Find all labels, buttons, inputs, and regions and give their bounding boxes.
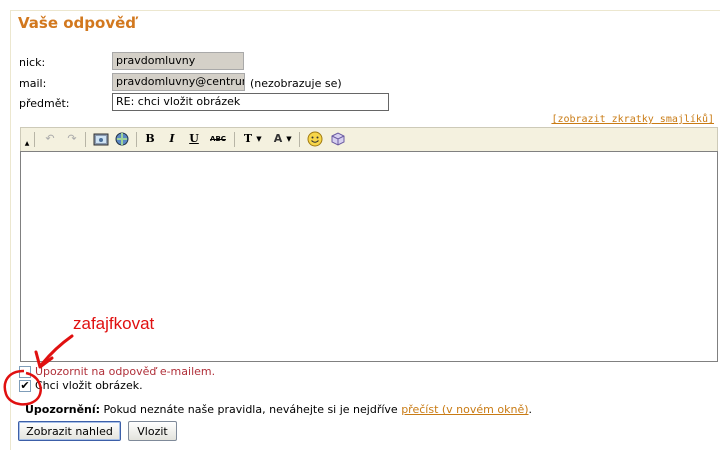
mail-label: mail:	[19, 77, 47, 90]
mail-field[interactable]: pravdomluvny@centrum	[112, 73, 245, 91]
toolbar-separator	[85, 132, 86, 147]
editor-toolbar: ▲ ↶ ↷ B I U ABC T ▼ A ▼	[20, 127, 718, 151]
preview-button[interactable]: Zobrazit nahled	[18, 421, 121, 441]
chevron-down-icon[interactable]: ▼	[285, 131, 293, 147]
rules-warning: Upozornění: Pokud neznáte naše pravidla,…	[25, 403, 532, 416]
annotation-overlay	[3, 334, 74, 406]
show-smileys-link[interactable]: [zobrazit zkratky smajlíků]	[551, 114, 714, 125]
font-size-button[interactable]: T	[241, 131, 255, 147]
redo-icon[interactable]: ↷	[65, 131, 79, 147]
toolbar-separator	[299, 132, 300, 147]
insert-image-icon[interactable]	[93, 131, 109, 147]
strikethrough-button[interactable]: ABC	[207, 131, 229, 147]
bold-button[interactable]: B	[143, 131, 157, 147]
annotation-arrow	[40, 334, 74, 366]
mail-hidden-note: (nezobrazuje se)	[250, 77, 342, 90]
toolbar-collapse-icon[interactable]: ▲	[24, 136, 30, 152]
warning-text: Pokud neznáte naše pravidla, neváhejte s…	[100, 403, 402, 416]
page-title: Vaše odpověď	[18, 14, 137, 32]
smiley-icon[interactable]	[307, 131, 323, 147]
toolbar-separator	[34, 132, 35, 147]
nick-field[interactable]: pravdomluvny	[112, 52, 244, 70]
font-color-button[interactable]: A	[271, 131, 285, 147]
subject-field[interactable]: RE: chci vložit obrázek	[112, 93, 389, 111]
italic-button[interactable]: I	[165, 131, 179, 147]
nick-label: nick:	[19, 56, 46, 69]
insert-link-icon[interactable]	[114, 131, 130, 147]
toolbar-separator	[234, 132, 235, 147]
insert-button[interactable]: Vlozit	[128, 421, 177, 441]
chevron-down-icon[interactable]: ▼	[255, 131, 263, 147]
toolbar-separator	[136, 132, 137, 147]
warning-end: .	[528, 403, 533, 416]
rules-link[interactable]: přečíst (v novém okně)	[401, 403, 528, 416]
subject-label: předmět:	[19, 97, 70, 110]
underline-button[interactable]: U	[187, 131, 201, 147]
annotation-circle	[3, 369, 42, 406]
attachment-icon[interactable]	[330, 131, 346, 147]
undo-icon[interactable]: ↶	[43, 131, 57, 147]
